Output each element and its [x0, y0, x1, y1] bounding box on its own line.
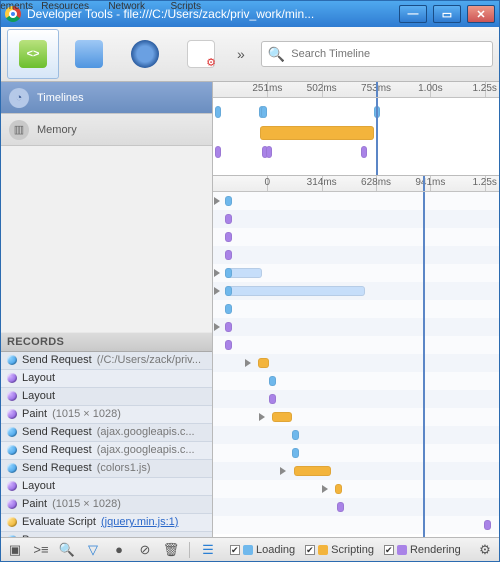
track-row[interactable] [213, 372, 499, 390]
detail-tracks[interactable] [213, 192, 499, 537]
clear-icon[interactable]: ⊘ [137, 542, 153, 558]
search-timeline[interactable]: 🔍 [261, 41, 493, 67]
record-icon[interactable]: ● [111, 542, 127, 558]
record-row[interactable]: Send Request (ajax.googleapis.c... [1, 442, 212, 460]
track-row[interactable] [213, 264, 499, 282]
track-row[interactable] [213, 246, 499, 264]
track-row[interactable] [213, 336, 499, 354]
record-dot [7, 499, 17, 509]
left-pane: ◔ Timelines ▥ Memory RECORDS Send Reques… [1, 82, 213, 537]
legend-item[interactable]: Rendering [384, 544, 461, 556]
right-pane: 251ms502ms753ms1.00s1.25s 0314ms628ms941… [213, 82, 499, 537]
track-row[interactable] [213, 390, 499, 408]
record-row[interactable]: Send Request (ajax.googleapis.c... [1, 424, 212, 442]
legend-item[interactable]: Scripting [305, 544, 374, 556]
checkbox-icon[interactable] [384, 545, 394, 555]
track-row[interactable] [213, 192, 499, 210]
overflow-icon[interactable]: » [231, 46, 251, 62]
legend-item[interactable]: Loading [230, 544, 295, 556]
record-row[interactable]: Paint (1015 × 1028) [1, 406, 212, 424]
track-row[interactable] [213, 462, 499, 480]
record-row[interactable]: Evaluate Script (jquery.min.js:1) [1, 514, 212, 532]
record-row[interactable]: Paint (1015 × 1028) [1, 496, 212, 514]
record-dot [7, 517, 17, 527]
legend: Loading Scripting Rendering [230, 544, 461, 556]
track-row[interactable] [213, 228, 499, 246]
main-toolbar: <> Elements Resources Network ⚙ Scripts … [1, 27, 499, 82]
track-row[interactable] [213, 444, 499, 462]
track-row[interactable] [213, 282, 499, 300]
minimize-button[interactable]: ― [399, 5, 427, 23]
garbage-icon[interactable]: 🗑 [163, 542, 179, 558]
legend-swatch [243, 545, 253, 555]
dock-icon[interactable]: ▣ [7, 542, 23, 558]
record-link[interactable]: (jquery.min.js:1) [101, 516, 178, 528]
record-dot [7, 445, 17, 455]
memory-icon: ▥ [9, 120, 29, 140]
records-header: RECORDS [1, 332, 212, 352]
track-row[interactable] [213, 498, 499, 516]
records-list[interactable]: Send Request (/C:/Users/zack/priv...Layo… [1, 352, 212, 538]
record-dot [7, 355, 17, 365]
track-row[interactable] [213, 426, 499, 444]
record-dot [7, 463, 17, 473]
record-row[interactable]: Layout [1, 388, 212, 406]
checkbox-icon[interactable] [230, 545, 240, 555]
settings-icon[interactable]: ⚙ [477, 542, 493, 558]
record-row[interactable]: Layout [1, 478, 212, 496]
record-dot [7, 427, 17, 437]
track-row[interactable] [213, 516, 499, 534]
track-row[interactable] [213, 318, 499, 336]
record-dot [7, 481, 17, 491]
track-row[interactable] [213, 300, 499, 318]
tab-timelines[interactable]: ◔ Timelines [1, 82, 212, 114]
checkbox-icon[interactable] [305, 545, 315, 555]
tab-memory[interactable]: ▥ Memory [1, 114, 212, 146]
detail-ruler[interactable]: 0314ms628ms941ms1.25s [213, 176, 499, 192]
legend-swatch [397, 545, 407, 555]
toolbar-scripts[interactable]: ⚙ Scripts [175, 29, 227, 79]
close-button[interactable]: ✕ [467, 5, 495, 23]
search-icon: 🔍 [268, 46, 285, 63]
record-row[interactable]: Layout [1, 370, 212, 388]
toolbar-resources[interactable]: Resources [63, 29, 115, 79]
console-icon[interactable]: >≡ [33, 542, 49, 558]
zoom-icon[interactable]: 🔍 [59, 542, 75, 558]
status-bar: ▣ >≡ 🔍 ▽ ● ⊘ 🗑 ☰ Loading Scripting Renderi… [1, 537, 499, 561]
search-input[interactable] [291, 48, 486, 60]
legend-swatch [318, 545, 328, 555]
track-row[interactable] [213, 480, 499, 498]
track-row[interactable] [213, 210, 499, 228]
maximize-button[interactable]: ▭ [433, 5, 461, 23]
clock-icon: ◔ [9, 88, 29, 108]
track-row[interactable] [213, 354, 499, 372]
overview-chart[interactable] [213, 98, 499, 176]
overview-ruler[interactable]: 251ms502ms753ms1.00s1.25s [213, 82, 499, 98]
record-row[interactable]: Send Request (/C:/Users/zack/priv... [1, 352, 212, 370]
record-dot [7, 409, 17, 419]
toolbar-elements[interactable]: <> Elements [7, 29, 59, 79]
toolbar-network[interactable]: Network [119, 29, 171, 79]
frames-icon[interactable]: ☰ [200, 542, 216, 558]
track-row[interactable] [213, 408, 499, 426]
record-dot [7, 373, 17, 383]
filter-icon[interactable]: ▽ [85, 542, 101, 558]
record-row[interactable]: Send Request (colors1.js) [1, 460, 212, 478]
record-dot [7, 391, 17, 401]
